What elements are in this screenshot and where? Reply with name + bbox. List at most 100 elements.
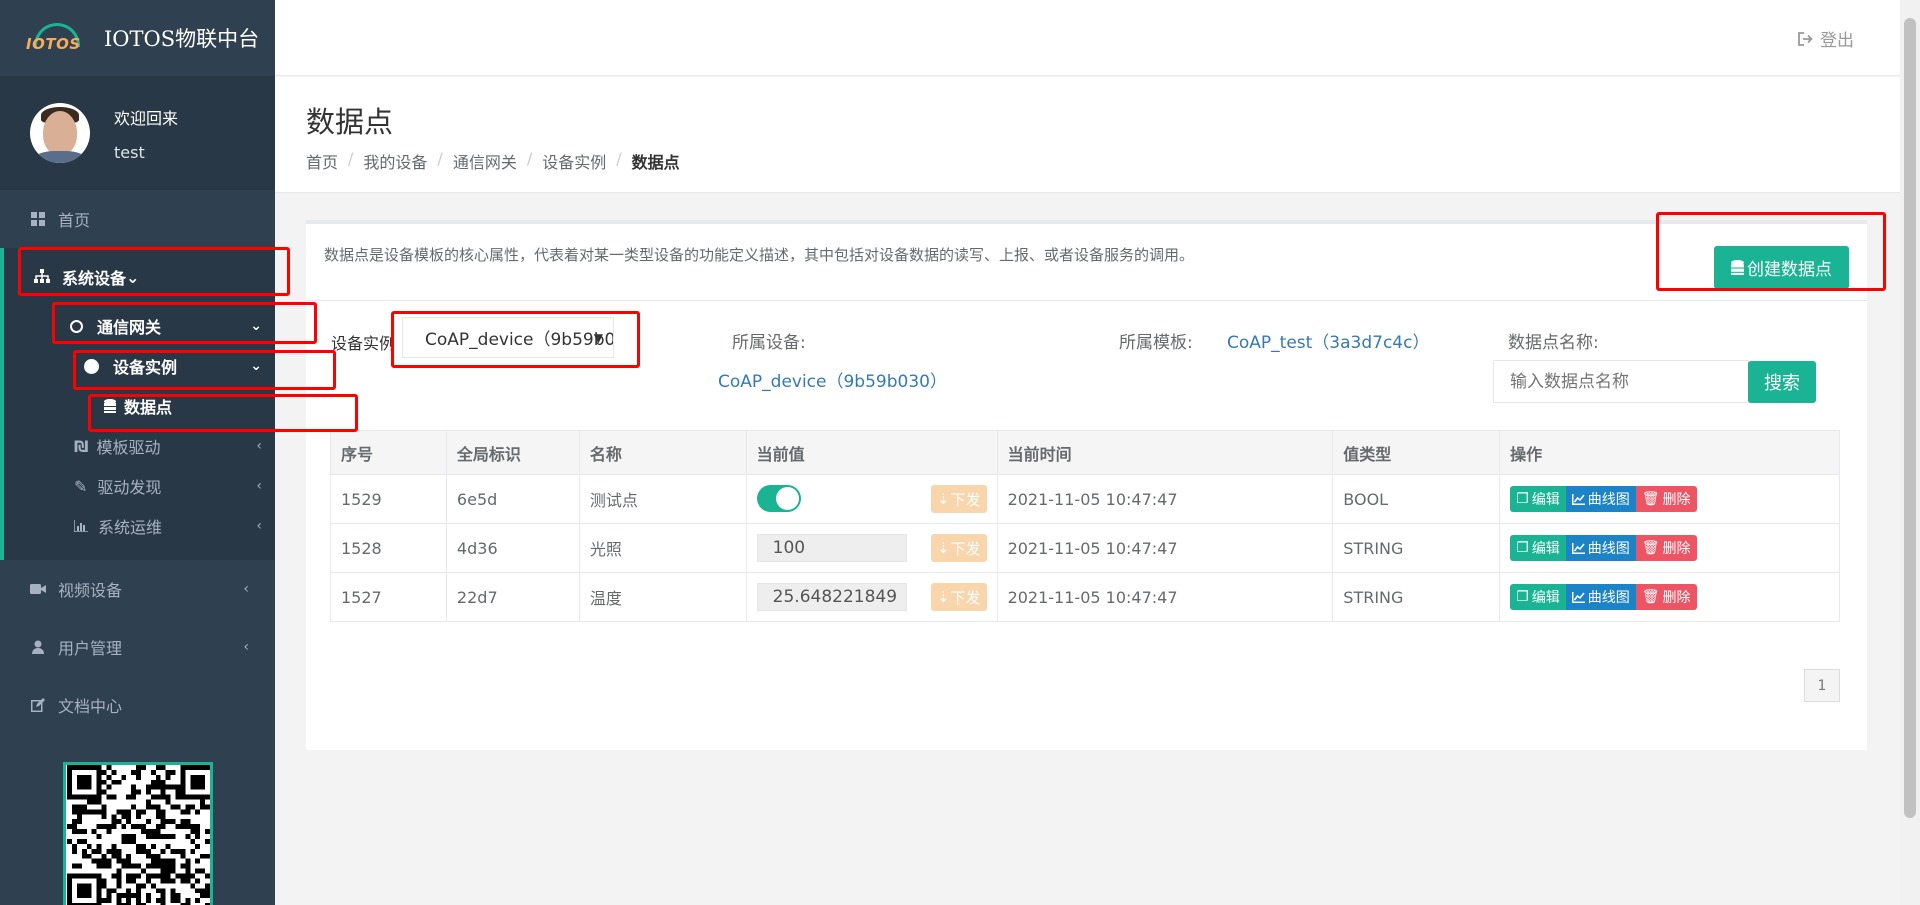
sidebar-item-label: 文档中心 xyxy=(58,697,123,716)
logo-bar: IOTOS IOTOS物联中台 xyxy=(0,0,275,76)
send-label: 下发 xyxy=(950,539,981,558)
data-point-name-input[interactable] xyxy=(1493,360,1749,403)
sidebar: IOTOS IOTOS物联中台 欢迎回来 test 首页 系统设备 ⌄ 通信网关… xyxy=(0,0,275,905)
cell-name: 测试点 xyxy=(578,474,747,524)
instance-label: 设备实例 xyxy=(331,334,396,353)
chart-button[interactable]: 曲线图 xyxy=(1565,584,1636,610)
trash-icon: 🗑 xyxy=(1641,491,1660,507)
cell-type: BOOL xyxy=(1332,474,1501,524)
copy-icon: ❐ xyxy=(1516,491,1529,507)
sidebar-item-video-devices[interactable]: 视频设备 ‹ xyxy=(0,560,275,618)
avatar[interactable] xyxy=(30,103,90,163)
value-toggle[interactable] xyxy=(756,485,801,512)
chevron-left-icon: ‹ xyxy=(243,581,249,597)
scrollbar[interactable] xyxy=(1900,0,1920,905)
sidebar-item-label: 首页 xyxy=(58,211,91,230)
value-input[interactable]: 25.648221849 xyxy=(756,583,907,611)
divider xyxy=(306,300,1867,301)
send-button[interactable]: ⇣ 下发 xyxy=(930,534,987,562)
cell-time: 2021-11-05 10:47:47 xyxy=(996,523,1334,573)
cell-id: 1527 xyxy=(330,572,447,622)
scrollbar-thumb[interactable] xyxy=(1904,18,1916,818)
cell-global-id: 6e5d xyxy=(445,474,580,524)
col-header-actions: 操作 xyxy=(1499,430,1840,475)
data-points-table: 序号 全局标识 名称 当前值 当前时间 值类型 操作 1529 6e5d 测试点… xyxy=(330,430,1840,622)
cell-global-id: 4d36 xyxy=(445,523,580,573)
annotation-box xyxy=(18,247,290,296)
edit-button[interactable]: ❐ 编辑 xyxy=(1510,486,1566,512)
delete-button[interactable]: 🗑 删除 xyxy=(1635,584,1697,610)
delete-label: 删除 xyxy=(1662,492,1691,508)
page-heading: 数据点 首页 / 我的设备 / 通信网关 / 设备实例 / 数据点 xyxy=(275,77,1900,193)
annotation-box xyxy=(73,350,336,390)
edit-icon xyxy=(30,697,46,713)
table-row: 1528 4d36 光照 100 ⇣ 下发 2021-11-05 10:47:47… xyxy=(330,523,1840,573)
table-header-row: 序号 全局标识 名称 当前值 当前时间 值类型 操作 xyxy=(330,430,1840,475)
edit-button[interactable]: ❐ 编辑 xyxy=(1510,535,1566,561)
chart-button[interactable]: 曲线图 xyxy=(1565,486,1636,512)
annotation-box xyxy=(1656,212,1886,291)
breadcrumb: 首页 / 我的设备 / 通信网关 / 设备实例 / 数据点 xyxy=(306,149,680,173)
device-label: 所属设备: xyxy=(732,333,806,353)
paragraph-icon: ₪ xyxy=(74,436,89,456)
edit-label: 编辑 xyxy=(1531,590,1560,606)
breadcrumb-device-instance[interactable]: 设备实例 xyxy=(542,149,606,173)
trash-icon: 🗑 xyxy=(1641,540,1660,556)
cell-type: STRING xyxy=(1332,572,1501,622)
send-button[interactable]: ⇣ 下发 xyxy=(930,485,987,513)
cell-id: 1529 xyxy=(330,474,447,524)
template-label: 所属模板: xyxy=(1119,333,1193,353)
sidebar-item-driver-discovery[interactable]: ✎ 驱动发现 ‹ xyxy=(4,466,275,506)
qr-code xyxy=(63,762,213,905)
cell-actions: ❐ 编辑 曲线图 🗑 删除 xyxy=(1499,572,1840,622)
level-down-icon: ⇣ xyxy=(936,490,950,508)
delete-label: 删除 xyxy=(1662,541,1691,557)
sidebar-item-template-driver[interactable]: ₪ 模板驱动 ‹ xyxy=(4,426,275,466)
logout-link[interactable]: 登出 xyxy=(1798,26,1854,51)
col-header-value-type: 值类型 xyxy=(1332,430,1501,475)
sidebar-item-label: 驱动发现 xyxy=(97,478,162,497)
device-link[interactable]: CoAP_device（9b59b030） xyxy=(718,367,947,392)
breadcrumb-gateway[interactable]: 通信网关 xyxy=(453,149,517,173)
breadcrumb-my-devices[interactable]: 我的设备 xyxy=(363,149,427,173)
line-chart-icon xyxy=(1571,542,1585,554)
chevron-left-icon: ‹ xyxy=(256,438,262,454)
user-profile: 欢迎回来 test xyxy=(0,76,275,190)
sidebar-item-home[interactable]: 首页 xyxy=(0,190,275,248)
delete-button[interactable]: 🗑 删除 xyxy=(1635,486,1697,512)
sidebar-item-label: 用户管理 xyxy=(58,639,123,658)
welcome-text: 欢迎回来 xyxy=(114,108,179,128)
user-icon xyxy=(30,639,46,655)
cell-time: 2021-11-05 10:47:47 xyxy=(996,572,1334,622)
logout-label: 登出 xyxy=(1820,31,1854,51)
line-chart-icon xyxy=(1571,591,1585,603)
description-text: 数据点是设备模板的核心属性，代表着对某一类型设备的功能定义描述，其中包括对设备数… xyxy=(324,246,1195,264)
chart-label: 曲线图 xyxy=(1587,541,1630,557)
annotation-box xyxy=(52,302,317,344)
search-button[interactable]: 搜索 xyxy=(1748,361,1816,403)
breadcrumb-home[interactable]: 首页 xyxy=(306,149,338,173)
cell-actions: ❐ 编辑 曲线图 🗑 删除 xyxy=(1499,474,1840,524)
chart-button[interactable]: 曲线图 xyxy=(1565,535,1636,561)
sign-out-icon xyxy=(1798,31,1814,46)
level-down-icon: ⇣ xyxy=(936,588,950,606)
cell-id: 1528 xyxy=(330,523,447,573)
page-title: 数据点 xyxy=(306,105,394,139)
col-header-id: 序号 xyxy=(330,430,447,475)
delete-button[interactable]: 🗑 删除 xyxy=(1635,535,1697,561)
edit-button[interactable]: ❐ 编辑 xyxy=(1510,584,1566,610)
send-button[interactable]: ⇣ 下发 xyxy=(930,583,987,611)
pagination-page-1[interactable]: 1 xyxy=(1804,669,1840,702)
annotation-box xyxy=(391,311,640,368)
sidebar-item-system-ops[interactable]: 系统运维 ‹ xyxy=(4,506,275,546)
sidebar-item-label: 系统运维 xyxy=(98,518,163,537)
table-row: 1527 22d7 温度 25.648221849 ⇣ 下发 2021-11-05… xyxy=(330,572,1840,622)
breadcrumb-current: 数据点 xyxy=(631,153,680,172)
template-link[interactable]: CoAP_test（3a3d7c4c） xyxy=(1227,328,1429,353)
col-header-name: 名称 xyxy=(578,430,747,475)
chevron-left-icon: ‹ xyxy=(256,478,262,494)
value-input[interactable]: 100 xyxy=(756,534,907,562)
col-header-current-time: 当前时间 xyxy=(996,430,1334,475)
sidebar-item-user-mgmt[interactable]: 用户管理 ‹ xyxy=(0,618,275,676)
sidebar-item-docs-center[interactable]: 文档中心 xyxy=(0,676,275,734)
